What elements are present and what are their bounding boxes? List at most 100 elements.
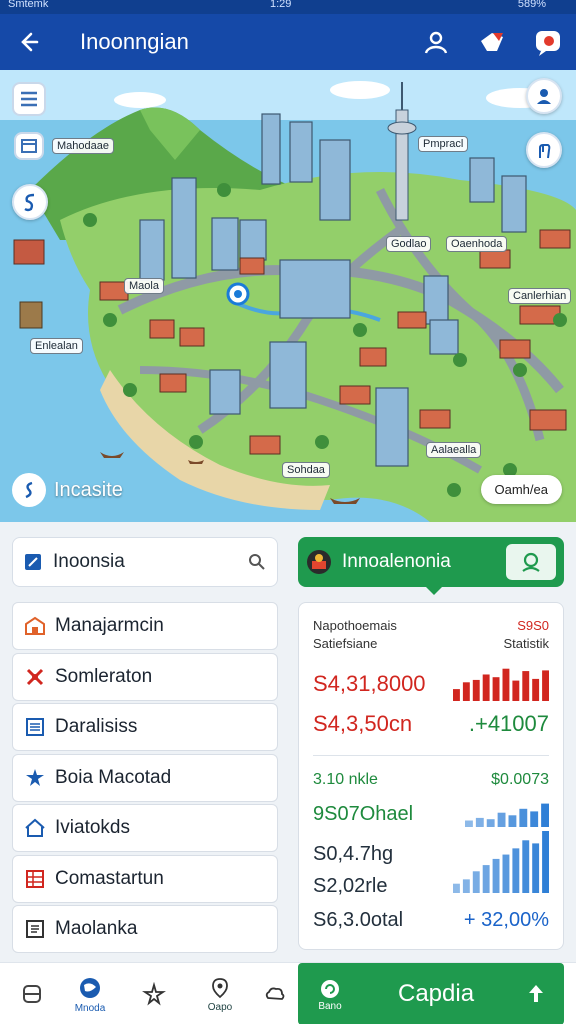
menu-item-label: Somleraton	[55, 665, 153, 687]
grid-icon	[23, 867, 47, 891]
doc-grid-icon	[23, 917, 47, 941]
map-label-port[interactable]: Pmpracl	[418, 136, 469, 152]
map-label-west[interactable]: Maola	[124, 278, 164, 294]
map-label-southeast[interactable]: Aalaealla	[426, 442, 482, 458]
menu-item[interactable]: Maolanka	[12, 905, 278, 953]
region-caret	[426, 587, 442, 595]
stats-value-5: S0,4.7hg	[313, 843, 394, 865]
user-location-icon	[537, 89, 551, 104]
sparkline-bar	[512, 848, 520, 893]
menu-item[interactable]: Comastartun	[12, 854, 278, 903]
route-s-icon	[24, 193, 35, 212]
sparkline-bar	[465, 820, 473, 827]
stats-divider	[313, 755, 549, 756]
map-location-chip[interactable]: Incasite	[12, 473, 123, 507]
sparkline-bar	[532, 678, 540, 701]
map-label-center2[interactable]: Oaenhoda	[446, 236, 508, 252]
sparkline-bar	[502, 854, 510, 893]
menu-item[interactable]: Somleraton	[12, 652, 278, 701]
region-selector[interactable]: Innoalenonia	[298, 537, 564, 595]
hamburger-icon	[21, 91, 37, 107]
house-icon	[23, 816, 47, 840]
bottom-nav: Mnoda Oapo Bano Capdia	[0, 962, 576, 1024]
layers-icon	[21, 139, 37, 153]
back-button[interactable]	[0, 14, 56, 70]
menu-item[interactable]: Daralisiss	[12, 703, 278, 751]
search-person-icon	[522, 552, 540, 572]
gear-star-icon	[23, 766, 47, 790]
map-route-button[interactable]	[12, 184, 48, 220]
route-icon	[12, 473, 46, 507]
nav-tab-3[interactable]	[122, 963, 186, 1024]
map-label-center[interactable]: Godlao	[386, 236, 432, 252]
map-label-south[interactable]: Sohdaa	[282, 462, 330, 478]
cta-tab-label: Bano	[318, 1000, 342, 1012]
stats-value-4: 9S07Ohael	[313, 802, 414, 825]
sparkline-bar	[522, 840, 530, 893]
map-gesture-button[interactable]	[526, 132, 562, 168]
nav-tab-5[interactable]	[252, 963, 298, 1024]
nav-tab-1[interactable]	[0, 963, 64, 1024]
map-layers-button[interactable]	[14, 132, 44, 160]
cta-tab[interactable]: Bano	[298, 977, 362, 1012]
stats-value-2: S4,3,50cn	[313, 711, 413, 736]
sparkline-bar	[482, 674, 490, 701]
sparkline-bar	[512, 680, 520, 701]
menu-list: Manajarmcin Somleraton Daralisiss Boia M…	[12, 602, 278, 956]
map-label-north[interactable]: Mahodaae	[52, 138, 114, 154]
menu-item-label: Maolanka	[55, 918, 138, 939]
sparkline-bar	[532, 843, 540, 893]
profile-button[interactable]	[408, 14, 464, 70]
cta-label: Capdia	[398, 980, 475, 1007]
city-map[interactable]: Mahodaae Pmpracl Godlao Oaenhoda Maola E…	[0, 70, 576, 522]
nav-tab-4[interactable]: Oapo	[188, 963, 252, 1024]
status-carrier: Smtemk	[8, 0, 49, 10]
stats-row-3: 3.10 nkle $0.0073	[313, 771, 549, 789]
region-title: Innoalenonia	[342, 551, 451, 572]
menu-item[interactable]: Boia Macotad	[12, 753, 278, 802]
map-label-southwest[interactable]: Enlealan	[30, 338, 83, 354]
sparkline-bar	[492, 677, 500, 701]
sparkline-bar	[530, 811, 539, 827]
red-bar-sparkline	[453, 668, 549, 701]
stats-header-right-line1: S9S0	[517, 618, 549, 633]
hand-icon	[539, 143, 551, 159]
map-label-east[interactable]: Canlerhian	[508, 288, 572, 304]
sparkline-bar	[486, 819, 495, 827]
search-input[interactable]: Inoonsia	[53, 551, 247, 573]
badge-button[interactable]	[464, 14, 520, 70]
stats-value-3: $0.0073	[491, 771, 549, 788]
map-camera-chip[interactable]: Oamh/ea	[480, 475, 562, 504]
nav-tab-2-label: Mnoda	[74, 1002, 106, 1014]
search-icon[interactable]	[247, 552, 267, 572]
map-user-button[interactable]	[526, 78, 562, 114]
region-search-button[interactable]	[506, 544, 556, 580]
primary-action-button[interactable]: Bano Capdia	[298, 963, 564, 1024]
building-icon	[23, 614, 47, 638]
stats-row-7: S6,3.0otal + 32,00%	[313, 909, 549, 932]
sparkline-bar	[522, 671, 530, 701]
map-menu-button[interactable]	[12, 82, 46, 116]
stats-label-3: 3.10 nkle	[313, 771, 378, 788]
sparkline-bar	[462, 682, 470, 701]
sparkline-bar	[492, 858, 500, 893]
sparkline-bar	[482, 865, 490, 893]
menu-item[interactable]: Manajarmcin	[12, 602, 278, 650]
sparkline-bar	[519, 808, 528, 827]
notification-button[interactable]	[520, 14, 576, 70]
menu-item[interactable]: Iviatokds	[12, 804, 278, 852]
nav-tab-2[interactable]: Mnoda	[58, 963, 122, 1024]
sparkline-bar	[453, 689, 460, 701]
stats-header-left-line1: Napothoemais	[313, 618, 397, 633]
status-battery: 589%	[517, 0, 546, 10]
search-box[interactable]: Inoonsia	[12, 537, 278, 587]
list-doc-icon	[23, 715, 47, 739]
square-icon	[23, 985, 41, 1003]
stats-panel: Napothoemais Satiefsiane S9S0 Statistik …	[298, 602, 564, 950]
stats-header-right-line2: Statistik	[503, 636, 549, 651]
cloud-icon	[265, 987, 285, 1000]
menu-item-label: Daralisiss	[55, 716, 138, 737]
stats-value-7: S6,3.0otal	[313, 909, 404, 931]
stats-value-1: S4,31,8000	[313, 671, 426, 696]
menu-item-label: Manajarmcin	[55, 615, 164, 636]
